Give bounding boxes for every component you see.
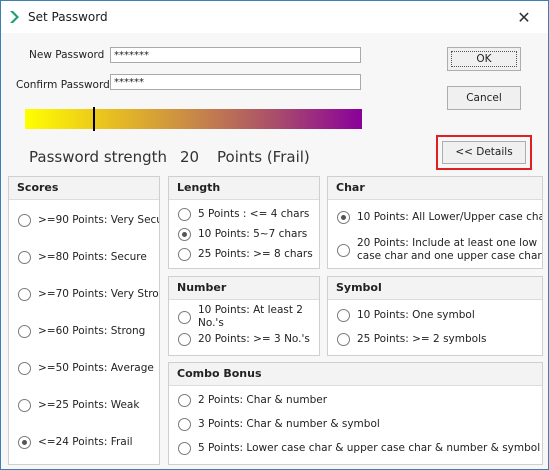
score-option[interactable]: >=80 Points: Secure	[18, 251, 159, 264]
symbol-title: Symbol	[328, 277, 542, 300]
score-option[interactable]: >=50 Points: Average	[18, 362, 159, 375]
symbol-option[interactable]: 10 Points: One symbol	[337, 309, 542, 322]
title-bar: Set Password ✕	[1, 1, 548, 33]
radio-button[interactable]	[18, 362, 31, 375]
char-title: Char	[328, 177, 542, 200]
radio-button[interactable]	[18, 214, 31, 227]
radio-button[interactable]	[178, 442, 191, 455]
length-option[interactable]: 10 Points: 5~7 chars	[178, 228, 319, 241]
number-title: Number	[169, 277, 319, 300]
details-highlight: << Details	[436, 135, 532, 170]
window-title: Set Password	[28, 10, 108, 24]
radio-button[interactable]	[178, 418, 191, 431]
new-password-label: New Password	[29, 49, 105, 61]
radio-button[interactable]	[178, 394, 191, 407]
number-option[interactable]: 10 Points: At least 2 No.'s	[178, 304, 319, 330]
radio-button[interactable]	[18, 436, 31, 449]
score-option[interactable]: >=25 Points: Weak	[18, 399, 159, 412]
radio-button[interactable]	[18, 325, 31, 338]
radio-button[interactable]	[18, 288, 31, 301]
score-option[interactable]: <=24 Points: Frail	[18, 436, 159, 449]
combo-option[interactable]: 5 Points: Lower case char & upper case c…	[178, 442, 542, 455]
length-title: Length	[169, 177, 319, 200]
details-button[interactable]: << Details	[442, 141, 526, 164]
combo-option[interactable]: 3 Points: Char & number & symbol	[178, 418, 542, 431]
ok-button[interactable]: OK	[447, 47, 521, 71]
number-panel: Number 10 Points: At least 2 No.'s 20 Po…	[168, 276, 320, 356]
cancel-button[interactable]: Cancel	[447, 86, 521, 110]
symbol-option[interactable]: 25 Points: >= 2 symbols	[337, 333, 542, 346]
radio-button[interactable]	[18, 399, 31, 412]
length-option[interactable]: 5 Points : <= 4 chars	[178, 208, 319, 221]
radio-button[interactable]	[337, 243, 350, 257]
length-panel: Length 5 Points : <= 4 chars 10 Points: …	[168, 176, 320, 269]
number-option[interactable]: 20 Points: >= 3 No.'s	[178, 333, 319, 346]
radio-button[interactable]	[18, 251, 31, 264]
strength-result: Points (Frail)	[217, 148, 310, 166]
strength-points: 20	[180, 148, 200, 166]
score-option[interactable]: >=90 Points: Very Secure	[18, 214, 159, 227]
combo-bonus-title: Combo Bonus	[169, 363, 542, 386]
strength-meter	[25, 109, 362, 129]
radio-button[interactable]	[337, 211, 350, 224]
radio-button[interactable]	[178, 333, 191, 346]
combo-option[interactable]: 2 Points: Char & number	[178, 394, 542, 407]
radio-button[interactable]	[178, 228, 191, 241]
radio-button[interactable]	[178, 208, 191, 221]
combo-bonus-panel: Combo Bonus 2 Points: Char & number 3 Po…	[168, 362, 543, 465]
strength-marker	[93, 107, 95, 131]
confirm-password-field[interactable]: ******	[110, 74, 361, 90]
char-option[interactable]: 10 Points: All Lower/Upper case char	[337, 211, 542, 224]
radio-button[interactable]	[178, 310, 191, 324]
new-password-field[interactable]: *******	[110, 47, 361, 63]
scores-title: Scores	[9, 177, 159, 200]
length-option[interactable]: 25 Points: >= 8 chars	[178, 248, 319, 261]
confirm-password-label: Confirm Password	[16, 79, 110, 91]
char-option[interactable]: 20 Points: Include at least one low case…	[337, 237, 542, 263]
app-logo-icon	[10, 11, 19, 23]
char-panel: Char 10 Points: All Lower/Upper case cha…	[327, 176, 543, 269]
radio-button[interactable]	[178, 248, 191, 261]
strength-label: Password strength	[29, 148, 168, 166]
scores-panel: Scores >=90 Points: Very Secure >=80 Poi…	[8, 176, 160, 465]
symbol-panel: Symbol 10 Points: One symbol 25 Points: …	[327, 276, 543, 356]
score-option[interactable]: >=70 Points: Very Strong	[18, 288, 159, 301]
set-password-dialog: Set Password ✕ New Password ******* Conf…	[0, 0, 549, 470]
radio-button[interactable]	[337, 333, 350, 346]
close-icon[interactable]: ✕	[514, 8, 534, 27]
radio-button[interactable]	[337, 309, 350, 322]
score-option[interactable]: >=60 Points: Strong	[18, 325, 159, 338]
